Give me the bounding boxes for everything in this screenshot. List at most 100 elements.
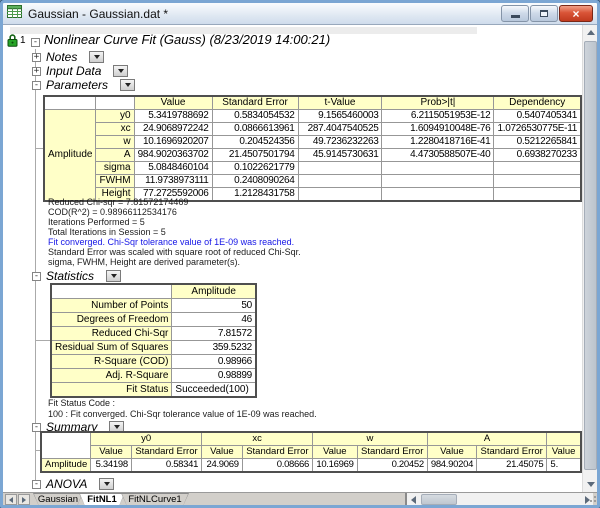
- param-name-cell: xc: [96, 123, 134, 136]
- summary-value-cell: 0.20452: [357, 459, 427, 473]
- row-group-label: Amplitude: [41, 459, 91, 473]
- horizontal-scrollbar-thumb[interactable]: [421, 494, 457, 505]
- column-header: Standard Error: [242, 446, 312, 459]
- tab-next-icon: [22, 497, 26, 503]
- sheet-tab-gaussian[interactable]: Gaussian: [33, 493, 83, 506]
- collapse-toggle-main[interactable]: -: [31, 38, 40, 47]
- scroll-up-button[interactable]: [583, 25, 598, 40]
- section-menu-button-anova[interactable]: [99, 478, 114, 490]
- table-row: Fit StatusSucceeded(100): [51, 383, 256, 398]
- stat-value-cell: 0.98966: [172, 355, 256, 369]
- fit-note-line: Iterations Performed = 5: [48, 217, 301, 227]
- section-notes: + Notes: [32, 50, 104, 64]
- collapse-toggle-parameters[interactable]: -: [32, 81, 41, 90]
- param-value-cell: 4.4730588507E-40: [382, 149, 494, 162]
- title-bar[interactable]: Gaussian - Gaussian.dat * ×: [3, 3, 597, 25]
- table-row: R-Square (COD)0.98966: [51, 355, 256, 369]
- horizontal-scrollbar[interactable]: [407, 493, 593, 506]
- table-row: w10.16969202070.20452435649.72362322631.…: [44, 136, 581, 149]
- expand-toggle-input-data[interactable]: +: [32, 67, 41, 76]
- expand-toggle-notes[interactable]: +: [32, 53, 41, 62]
- tab-prev-button[interactable]: [5, 494, 17, 505]
- param-value-cell: 0.1022621779: [212, 162, 298, 175]
- param-value-cell: 0.5834054532: [212, 110, 298, 123]
- section-menu-button-notes[interactable]: [89, 51, 104, 63]
- collapse-toggle-statistics[interactable]: -: [32, 272, 41, 281]
- collapse-toggle-anova[interactable]: -: [32, 480, 41, 489]
- close-button[interactable]: ×: [559, 5, 593, 22]
- lock-icon[interactable]: [7, 33, 18, 52]
- param-value-cell: 5.0848460104: [134, 162, 212, 175]
- param-name-cell: y0: [96, 110, 134, 123]
- fit-note-line: Fit converged. Chi-Sqr tolerance value o…: [48, 237, 301, 247]
- section-menu-button-parameters[interactable]: [120, 79, 135, 91]
- section-parameters: - Parameters: [32, 78, 135, 92]
- fit-note-line: Reduced Chi-sqr = 7.81572174469: [48, 197, 301, 207]
- table-row: Number of Points50: [51, 299, 256, 313]
- table-row: FWHM11.97389731110.2408090264: [44, 175, 581, 188]
- scroll-down-icon: [587, 482, 595, 487]
- chevron-down-icon: [104, 482, 110, 486]
- minimize-button[interactable]: [501, 5, 529, 22]
- param-value-cell: 24.9068972242: [134, 123, 212, 136]
- stat-label-cell: Number of Points: [51, 299, 172, 313]
- column-header: Standard Error: [477, 446, 547, 459]
- section-menu-button-statistics[interactable]: [106, 270, 121, 282]
- sheet-tab-label: FitNLCurve1: [122, 494, 188, 506]
- worksheet-icon: [7, 5, 22, 23]
- table-cell: [44, 96, 96, 110]
- section-statistics: - Statistics: [32, 269, 121, 283]
- param-name-cell: sigma: [96, 162, 134, 175]
- report-title: Nonlinear Curve Fit (Gauss) (8/23/2019 1…: [44, 32, 330, 47]
- section-input-data: + Input Data: [32, 64, 128, 78]
- summary-value-cell: 24.9069: [202, 459, 243, 473]
- report-index: 1: [20, 35, 26, 46]
- param-value-cell: [382, 162, 494, 175]
- column-header: Standard Error: [357, 446, 427, 459]
- param-value-cell: [382, 175, 494, 188]
- statistics-table: Amplitude Number of Points50Degrees of F…: [50, 283, 257, 398]
- column-header: Standard Error: [131, 446, 201, 459]
- table-cell: [41, 432, 91, 459]
- stat-label-cell: R-Square (COD): [51, 355, 172, 369]
- section-menu-button-input-data[interactable]: [113, 65, 128, 77]
- column-header: Value: [202, 446, 243, 459]
- tree-stub: [36, 340, 50, 341]
- vertical-scrollbar-thumb[interactable]: [584, 41, 597, 470]
- vertical-scrollbar[interactable]: [582, 25, 597, 492]
- table-row: Residual Sum of Squares359.5232: [51, 341, 256, 355]
- param-value-cell: [298, 162, 382, 175]
- parameters-table: Value Standard Error t-Value Prob>|t| De…: [43, 95, 582, 202]
- summary-table: y0xcwAValueStandard ErrorValueStandard E…: [40, 431, 582, 473]
- group-header: xc: [202, 432, 313, 446]
- param-name-cell: A: [96, 149, 134, 162]
- column-header: Value: [427, 446, 476, 459]
- chevron-down-icon: [125, 83, 131, 87]
- fit-note-line: Total Iterations in Session = 5: [48, 227, 301, 237]
- summary-value-cell: 21.45075: [477, 459, 547, 473]
- chevron-down-icon: [118, 69, 124, 73]
- param-value-cell: [298, 188, 382, 202]
- stat-label-cell: Adj. R-Square: [51, 369, 172, 383]
- app-window: Gaussian - Gaussian.dat * × 1 - Nonlinea…: [0, 0, 600, 508]
- fit-status-code-line: Fit Status Code :: [48, 398, 317, 409]
- scroll-down-button[interactable]: [583, 477, 598, 492]
- row-group-label: Amplitude: [44, 110, 96, 202]
- sheet-tab-bar: GaussianFitNL1FitNLCurve1: [3, 492, 597, 505]
- restore-button[interactable]: [530, 5, 558, 22]
- stat-value-cell: Succeeded(100): [172, 383, 256, 398]
- sheet-tab-fitnl1[interactable]: FitNL1: [79, 493, 125, 506]
- fit-note-line: sigma, FWHM, Height are derived paramete…: [48, 257, 301, 267]
- summary-value-cell: 0.08666: [242, 459, 312, 473]
- sheet-tab-fitnlcurve1[interactable]: FitNLCurve1: [121, 493, 189, 506]
- table-row: xc24.90689722420.0866613961287.404754052…: [44, 123, 581, 136]
- chevron-down-icon: [111, 274, 117, 278]
- scroll-left-button[interactable]: [407, 493, 419, 506]
- report-page: 1 - Nonlinear Curve Fit (Gauss) (8/23/20…: [3, 25, 582, 492]
- resize-grip-icon[interactable]: [588, 496, 596, 504]
- section-anova: - ANOVA: [32, 477, 114, 491]
- param-value-cell: 10.1696920207: [134, 136, 212, 149]
- tab-next-button[interactable]: [18, 494, 30, 505]
- param-value-cell: [298, 175, 382, 188]
- column-header: Amplitude: [172, 284, 256, 299]
